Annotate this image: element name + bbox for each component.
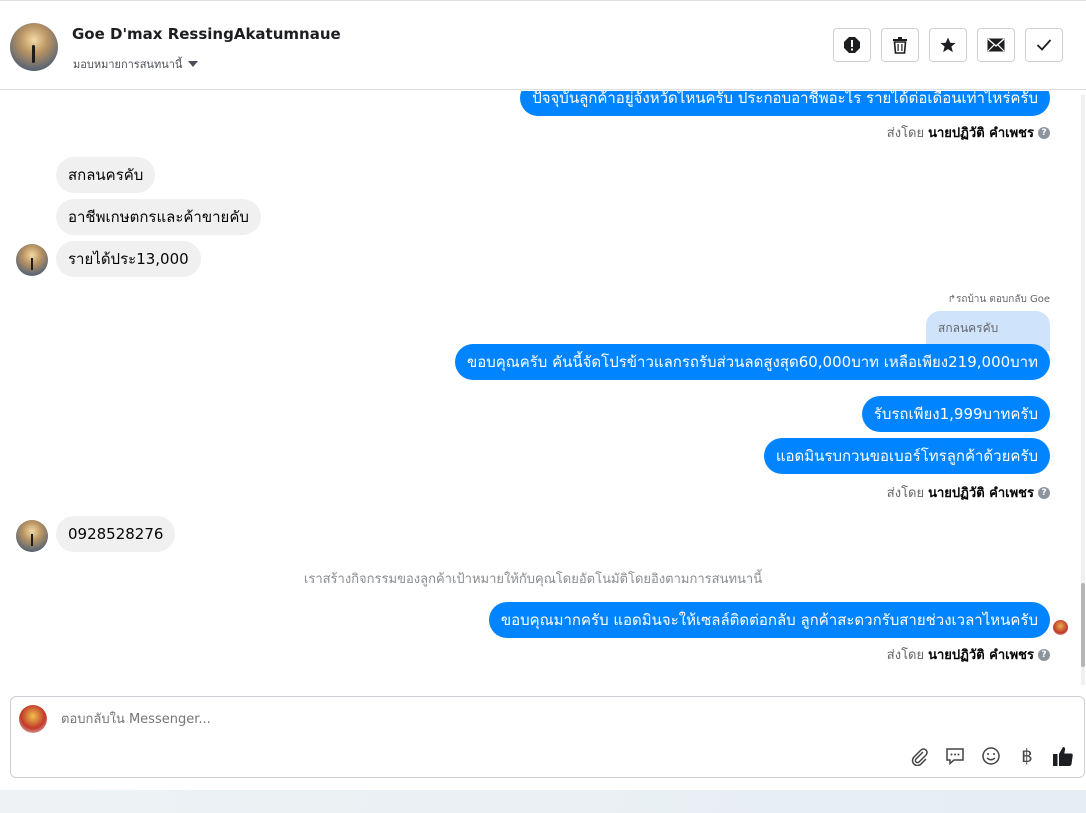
message-thread[interactable]: ปัจจุบันลูกค้าอยู่จังหวัดไหนครับ ประกอบอ… <box>0 91 1086 691</box>
mark-unread-button[interactable] <box>977 28 1015 62</box>
sender-name[interactable]: นายปฏิวัติ คำเพชร <box>928 644 1034 665</box>
attach-button[interactable] <box>908 745 930 767</box>
delete-button[interactable] <box>881 28 919 62</box>
outgoing-message: ขอบคุณครับ คันนี้จัดโปรข้าวแลกรถรับส่วนล… <box>454 344 1050 380</box>
reply-input[interactable] <box>59 711 863 728</box>
outgoing-message: ขอบคุณมากครับ แอดมินจะให้เซลล์ติดต่อกลับ… <box>488 602 1050 638</box>
page-avatar <box>19 705 47 733</box>
contact-avatar-small <box>16 244 48 276</box>
emoji-button[interactable] <box>980 745 1002 767</box>
help-icon[interactable]: ? <box>1038 486 1050 499</box>
incoming-message: อาชีพเกษตกรและค้าขายคับ <box>56 199 261 235</box>
sent-by-label: ส่งโดย นายปฏิวัติ คำเพชร ? <box>887 122 1050 143</box>
baht-icon: ฿ <box>1021 745 1033 767</box>
assign-label: มอบหมายการสนทนานี้ <box>73 58 183 71</box>
help-icon[interactable]: ? <box>1038 126 1050 139</box>
outgoing-message: แอดมินรบกวนขอเบอร์โทรลูกค้าด้วยครับ <box>763 438 1050 474</box>
reply-context-label: ↱รถบ้าน ตอบกลับ Goe <box>947 294 1050 305</box>
sent-by-prefix: ส่งโดย <box>886 126 925 141</box>
outgoing-message: ปัจจุบันลูกค้าอยู่จังหวัดไหนครับ ประกอบอ… <box>520 91 1050 116</box>
page-footer-band <box>0 790 1086 813</box>
conversation-header: Goe D'max RessingAkatumnaue มอบหมายการสน… <box>0 0 1086 90</box>
star-button[interactable] <box>929 28 967 62</box>
smiley-icon <box>982 747 1000 765</box>
assign-conversation-dropdown[interactable]: มอบหมายการสนทนานี้ <box>73 55 199 73</box>
chevron-down-icon <box>188 61 199 67</box>
contact-name[interactable]: Goe D'max RessingAkatumnaue <box>72 25 341 43</box>
sent-by-prefix: ส่งโดย <box>886 648 925 663</box>
paperclip-icon <box>911 748 928 766</box>
composer-toolbar: ฿ <box>908 745 1074 767</box>
help-icon[interactable]: ? <box>1038 648 1050 661</box>
trash-icon <box>893 37 907 54</box>
star-icon <box>940 37 956 53</box>
saved-replies-button[interactable] <box>944 745 966 767</box>
incoming-message: รายได้ประ13,000 <box>56 241 201 277</box>
payment-button[interactable]: ฿ <box>1016 745 1038 767</box>
thumbs-up-icon <box>1053 747 1073 766</box>
like-button[interactable] <box>1052 745 1074 767</box>
sender-name[interactable]: นายปฏิวัติ คำเพชร <box>928 482 1034 503</box>
incoming-message: 0928528276 <box>56 516 176 552</box>
outgoing-message: รับรถเพียง1,999บาทครับ <box>861 396 1050 432</box>
comment-icon <box>946 748 964 766</box>
contact-avatar-small <box>16 520 48 552</box>
sender-name[interactable]: นายปฏิวัติ คำเพชร <box>928 122 1034 143</box>
envelope-icon <box>987 38 1005 52</box>
contact-avatar[interactable] <box>10 23 58 71</box>
alert-icon <box>844 37 860 53</box>
incoming-message: สกลนครคับ <box>56 157 156 193</box>
sent-by-label: ส่งโดย นายปฏิวัติ คำเพชร ? <box>887 482 1050 503</box>
mark-done-button[interactable] <box>1025 28 1063 62</box>
seen-indicator-avatar <box>1053 620 1068 635</box>
reply-composer: ฿ <box>10 696 1085 778</box>
scrollbar-thumb[interactable] <box>1081 583 1085 667</box>
mark-spam-button[interactable] <box>833 28 871 62</box>
sent-by-label: ส่งโดย นายปฏิวัติ คำเพชร ? <box>887 644 1050 665</box>
check-icon <box>1036 39 1052 51</box>
sent-by-prefix: ส่งโดย <box>886 486 925 501</box>
system-notice: เราสร้างกิจกรรมของลูกค้าเป้าหมายให้กับคุ… <box>303 572 763 587</box>
